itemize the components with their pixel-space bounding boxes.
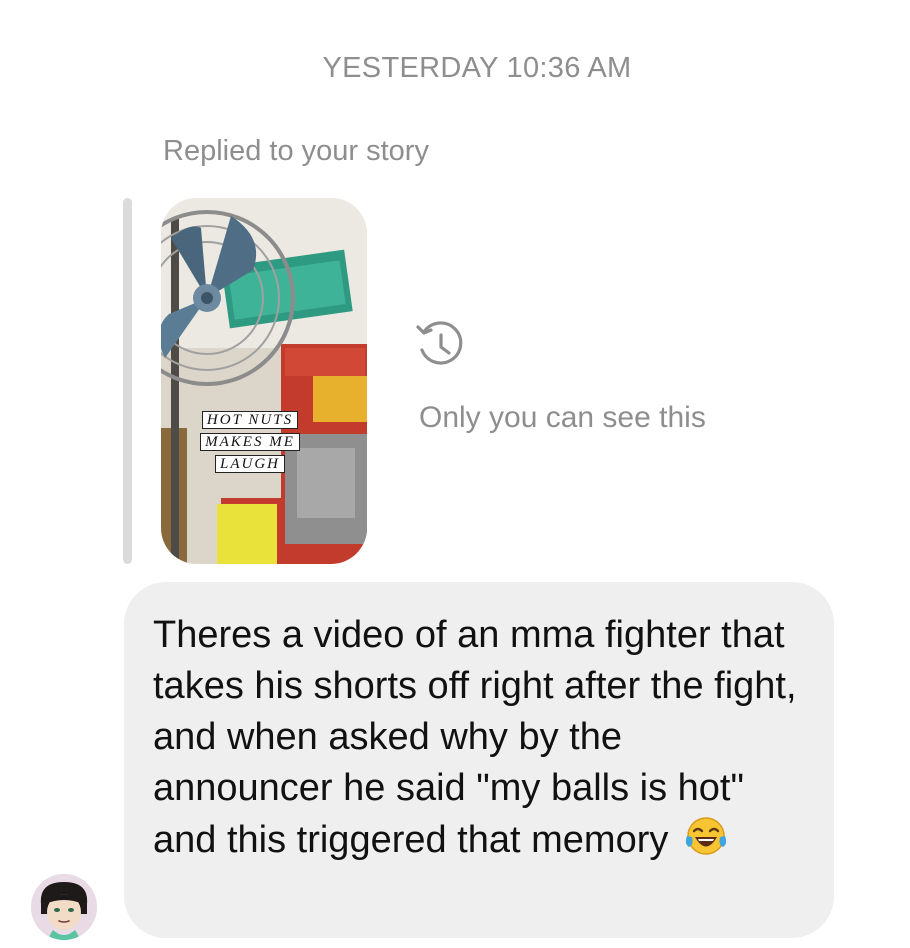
reply-quote-bar: [123, 198, 132, 564]
visibility-note: Only you can see this: [419, 401, 706, 434]
message-timestamp: YESTERDAY 10:36 AM: [322, 52, 632, 84]
story-photo: [161, 198, 367, 564]
reply-context-label: Replied to your story: [163, 135, 429, 167]
message-bubble[interactable]: Theres a video of an mma fighter that ta…: [124, 582, 834, 938]
sender-avatar[interactable]: [31, 874, 97, 940]
avatar-illustration-icon: [31, 874, 97, 940]
tears-of-joy-emoji-icon: [685, 817, 727, 855]
history-clock-icon: [416, 321, 463, 365]
story-thumbnail[interactable]: HOT NUTS MAKES ME LAUGH: [161, 198, 367, 564]
story-sticker-caption: HOT NUTS MAKES ME LAUGH: [195, 409, 305, 475]
